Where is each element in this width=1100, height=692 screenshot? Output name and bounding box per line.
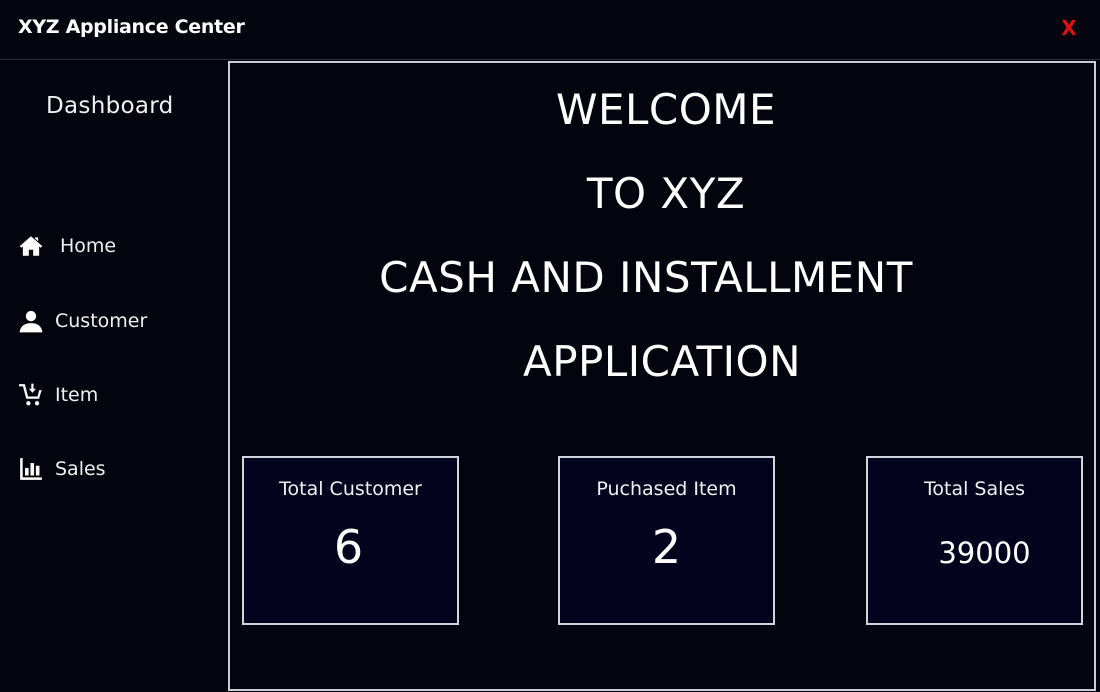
app-title: XYZ Appliance Center	[18, 16, 245, 38]
sidebar-item-label: Sales	[55, 458, 106, 480]
stat-label: Total Customer	[279, 478, 422, 500]
sidebar-item-label: Item	[55, 384, 99, 406]
stat-value: 2	[651, 520, 682, 574]
sidebar-title: Dashboard	[46, 93, 174, 119]
home-icon	[16, 231, 46, 261]
stat-value: 6	[333, 520, 364, 574]
user-icon	[16, 306, 46, 336]
cart-icon	[16, 380, 46, 410]
total-customer-card: Total Customer 6	[242, 456, 459, 625]
close-button[interactable]: X	[1054, 12, 1084, 44]
welcome-heading-line: TO XYZ	[586, 169, 746, 218]
sidebar-item-customer[interactable]: Customer	[16, 304, 216, 338]
title-bar: XYZ Appliance Center X	[0, 0, 1100, 60]
purchased-item-card: Puchased Item 2	[558, 456, 775, 625]
stat-label: Puchased Item	[596, 478, 737, 500]
sidebar-item-sales[interactable]: Sales	[16, 452, 216, 486]
main-panel: WELCOME TO XYZ CASH AND INSTALLMENT APPL…	[228, 61, 1096, 691]
sidebar-item-item[interactable]: Item	[16, 378, 216, 412]
welcome-heading-line: CASH AND INSTALLMENT	[379, 253, 913, 302]
sidebar-item-label: Home	[60, 235, 117, 257]
sidebar: Dashboard Home Customer Item Sales	[0, 61, 228, 692]
bar-chart-icon	[16, 454, 46, 484]
welcome-heading-line: APPLICATION	[523, 337, 801, 386]
welcome-heading-line: WELCOME	[555, 85, 777, 134]
stat-label: Total Sales	[924, 478, 1025, 500]
stat-value: 39000	[938, 536, 1031, 570]
sidebar-item-home[interactable]: Home	[16, 229, 216, 263]
app-window: XYZ Appliance Center X Dashboard Home Cu…	[0, 0, 1100, 692]
sidebar-item-label: Customer	[55, 310, 148, 332]
total-sales-card: Total Sales 39000	[866, 456, 1083, 625]
